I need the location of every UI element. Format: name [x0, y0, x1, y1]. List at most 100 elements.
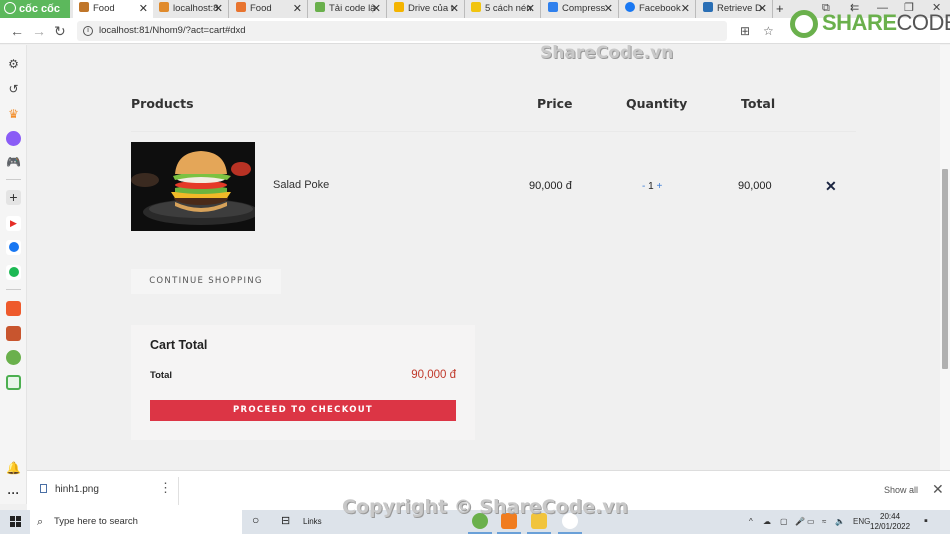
coccoc-green-icon[interactable]	[6, 350, 21, 365]
search-icon: ⌕	[37, 516, 44, 528]
tab-close-icon[interactable]: ✕	[681, 0, 690, 18]
cart-total-panel: Cart Total Total 90,000 đ PROCEED TO CHE…	[131, 325, 475, 440]
image-file-icon	[40, 484, 47, 493]
favicon-icon	[703, 2, 713, 12]
qty-decrease-button[interactable]: -	[642, 181, 645, 192]
sidebar-divider	[6, 179, 21, 180]
show-all-link[interactable]: Show all	[884, 485, 918, 495]
col-header-quantity: Quantity	[626, 96, 688, 111]
windows-start-icon[interactable]	[10, 516, 21, 527]
history-icon[interactable]: ↺	[6, 82, 21, 97]
watermark-top: ShareCode.vn	[540, 45, 674, 63]
cart-total-label: Total	[150, 370, 172, 381]
favicon-icon	[79, 2, 89, 12]
product-name[interactable]: Salad Poke	[273, 179, 329, 191]
divider	[178, 477, 179, 505]
product-line-total: 90,000	[738, 180, 772, 192]
tab-tai-code[interactable]: Tải code lậ ✕	[309, 0, 387, 18]
sidebar-divider	[6, 289, 21, 290]
reload-icon[interactable]: ↻	[54, 22, 66, 40]
cortana-icon[interactable]: ○	[252, 513, 259, 527]
header-divider	[131, 131, 856, 132]
tab-close-icon[interactable]: ✕	[293, 0, 302, 18]
cart-total-title: Cart Total	[150, 338, 208, 352]
links-toolbar[interactable]: Links	[303, 517, 322, 526]
shopee-icon[interactable]	[6, 301, 21, 316]
info-icon[interactable]: i	[83, 26, 93, 36]
cart-page: ShareCode.vn Products Price Quantity Tot…	[27, 45, 940, 470]
system-clock[interactable]: 20:44 12/01/2022	[870, 512, 910, 532]
microphone-icon[interactable]: 🎤	[795, 517, 805, 526]
bookmark-star-icon[interactable]: ☆	[763, 25, 774, 37]
task-view-icon[interactable]: ⊟	[281, 514, 290, 527]
notification-bell-icon[interactable]: 🔔	[6, 461, 21, 476]
tab-localhost[interactable]: localhost:8 ✕	[153, 0, 229, 18]
meet-now-icon[interactable]: ▢	[780, 517, 788, 526]
more-icon[interactable]: ···	[6, 486, 21, 501]
cart-total-value: 90,000 đ	[411, 369, 456, 381]
calendar-grid-icon[interactable]	[6, 375, 21, 390]
sharecode-logo-icon	[790, 10, 818, 38]
tab-close-icon[interactable]: ✕	[758, 0, 767, 18]
tab-close-icon[interactable]: ✕	[372, 0, 381, 18]
forward-icon[interactable]: →	[32, 22, 46, 40]
coccoc-logo-icon	[4, 2, 16, 14]
page-scrollbar[interactable]	[940, 45, 950, 470]
wifi-icon[interactable]: ≈	[822, 517, 826, 526]
settings-gear-icon[interactable]: ⚙	[6, 57, 21, 72]
new-tab-button[interactable]: +	[776, 0, 784, 17]
messenger-icon[interactable]	[6, 131, 21, 146]
language-indicator[interactable]: ENG	[853, 517, 870, 526]
url-input[interactable]: i localhost:81/Nhom9/?act=cart#dxd	[77, 21, 727, 41]
product-price: 90,000 đ	[529, 180, 572, 192]
proceed-to-checkout-button[interactable]: PROCEED TO CHECKOUT	[150, 400, 456, 421]
onedrive-icon[interactable]: ☁	[763, 517, 771, 526]
col-header-products: Products	[131, 96, 194, 111]
tab-food-active[interactable]: Food ✕	[73, 0, 153, 18]
crown-icon[interactable]: ♛	[6, 107, 21, 122]
qty-increase-button[interactable]: +	[656, 181, 662, 192]
quantity-stepper: - 1 +	[642, 181, 662, 192]
translate-icon[interactable]: ⊞	[740, 25, 750, 37]
back-icon[interactable]: ←	[10, 22, 24, 40]
show-hidden-icons[interactable]: ^	[749, 517, 753, 526]
tab-retrieve[interactable]: Retrieve D ✕	[697, 0, 773, 18]
tab-close-icon[interactable]: ✕	[214, 0, 223, 18]
tab-food[interactable]: Food ✕	[230, 0, 308, 18]
favicon-icon	[315, 2, 325, 12]
remove-item-icon[interactable]: ✕	[825, 178, 837, 195]
tiki-icon[interactable]	[6, 326, 21, 341]
tab-close-icon[interactable]: ✕	[139, 0, 148, 18]
taskbar-search-input[interactable]: ⌕ Type here to search	[30, 510, 242, 534]
action-center-icon[interactable]: ▪	[924, 515, 928, 527]
favicon-icon	[159, 2, 169, 12]
browser-brand[interactable]: cốc cốc	[0, 0, 70, 18]
favicon-icon	[394, 2, 404, 12]
favicon-icon	[236, 2, 246, 12]
col-header-total: Total	[741, 96, 776, 111]
watermark-bottom: Copyright © ShareCode.vn	[342, 496, 629, 518]
tab-close-icon[interactable]: ✕	[450, 0, 459, 18]
favicon-icon	[625, 2, 635, 12]
continue-shopping-button[interactable]: CONTINUE SHOPPING	[131, 269, 281, 294]
add-shortcut-icon[interactable]: +	[6, 190, 21, 205]
tab-5-cach-nen[interactable]: 5 cách nén ✕	[465, 0, 541, 18]
product-image	[131, 142, 255, 231]
sharecode-logo: SHARECODE.vn	[822, 10, 950, 35]
volume-icon[interactable]: 🔈	[835, 517, 845, 526]
scrollbar-thumb[interactable]	[942, 169, 948, 369]
tab-facebook[interactable]: Facebook ✕	[619, 0, 696, 18]
tab-close-icon[interactable]: ✕	[526, 0, 535, 18]
youtube-icon[interactable]: ▶	[6, 216, 21, 231]
download-options-icon[interactable]: ⋮	[159, 481, 172, 495]
battery-icon[interactable]: ▭	[807, 517, 815, 526]
favicon-icon	[548, 2, 558, 12]
download-item[interactable]: hinh1.png	[40, 484, 99, 495]
close-download-bar-icon[interactable]: ✕	[932, 481, 944, 498]
tab-close-icon[interactable]: ✕	[604, 0, 613, 18]
spotify-icon[interactable]	[6, 265, 21, 280]
facebook-icon[interactable]	[6, 240, 21, 255]
tab-compress[interactable]: Compress ✕	[542, 0, 619, 18]
gamepad-icon[interactable]: 🎮	[6, 155, 21, 170]
tab-drive[interactable]: Drive của t ✕	[388, 0, 465, 18]
